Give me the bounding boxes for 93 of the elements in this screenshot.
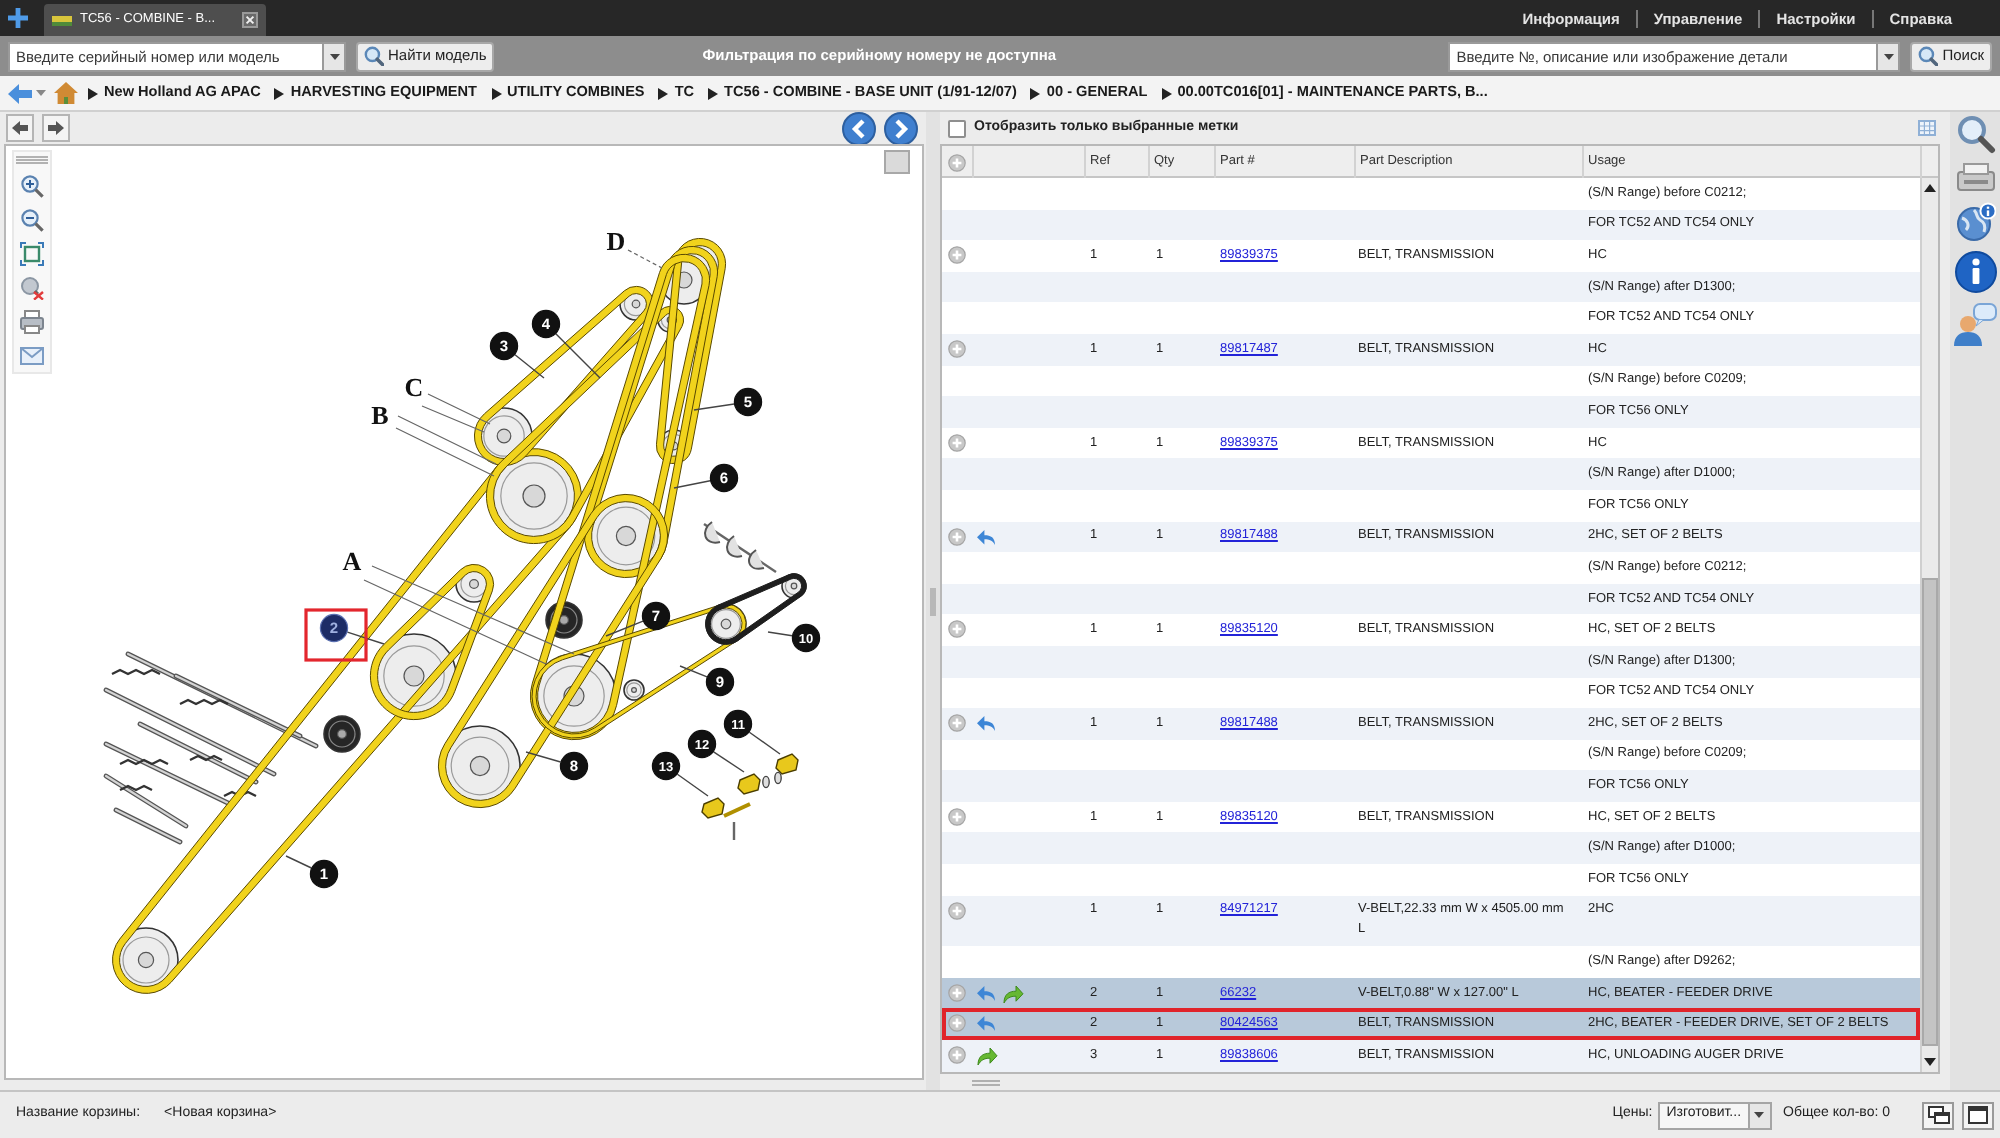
scrollbar[interactable] <box>1920 178 1938 1072</box>
arrow-left-icon[interactable] <box>8 83 32 103</box>
home-icon[interactable] <box>54 82 78 104</box>
leader-line <box>555 333 601 379</box>
leader-line <box>285 855 313 869</box>
triangle-icon <box>1030 87 1041 99</box>
curved-arrow-right-icon[interactable] <box>1002 983 1024 1004</box>
curved-arrow-left-icon[interactable] <box>976 1014 996 1033</box>
zoom-in-icon[interactable] <box>20 174 44 198</box>
triangle-icon <box>658 87 669 99</box>
add-icon[interactable] <box>948 620 966 639</box>
dropdown-button[interactable] <box>324 41 346 71</box>
clip <box>775 753 799 775</box>
callout-letter: A <box>342 546 362 576</box>
add-icon[interactable] <box>948 246 966 265</box>
leader-line <box>712 751 745 773</box>
arrow-right-icon[interactable] <box>884 111 918 145</box>
printer-icon[interactable] <box>1955 162 1995 194</box>
square-button[interactable] <box>884 150 910 174</box>
add-icon[interactable] <box>948 901 966 920</box>
windows-icon <box>1927 1106 1949 1124</box>
add-icon[interactable] <box>948 433 966 452</box>
add-icon[interactable] <box>948 1046 966 1065</box>
add-icon[interactable] <box>948 1014 966 1033</box>
grip-icon[interactable] <box>16 156 48 164</box>
curved-arrow-left-icon[interactable] <box>976 714 996 733</box>
splitter-handle[interactable] <box>972 1079 1000 1085</box>
dropdown-button[interactable] <box>1878 41 1901 71</box>
triangle-icon <box>88 87 98 99</box>
maximize-icon <box>1968 1106 1988 1124</box>
leader-line <box>525 751 562 763</box>
callout-letter: C <box>404 372 424 402</box>
triangle-icon <box>274 87 285 99</box>
leader-line <box>767 631 793 637</box>
stripes-icon <box>52 15 72 25</box>
table-icon[interactable] <box>1918 120 1936 136</box>
caret-icon[interactable] <box>36 90 46 96</box>
scroll-down-icon[interactable] <box>1924 1058 1936 1066</box>
add-icon[interactable] <box>948 983 966 1002</box>
arrow-right-icon <box>48 120 64 136</box>
leader-line <box>693 403 735 411</box>
triangle-icon <box>1161 87 1172 99</box>
globe-icon[interactable] <box>1955 202 1995 242</box>
plus-icon <box>8 8 28 28</box>
curved-arrow-right-icon[interactable] <box>976 1046 998 1067</box>
leader-line <box>748 731 781 755</box>
add-icon[interactable] <box>948 807 966 826</box>
add-icon[interactable] <box>948 339 966 358</box>
checkbox[interactable] <box>948 119 966 137</box>
maximize-button[interactable] <box>1962 1101 1994 1129</box>
auger-drawing <box>703 521 777 573</box>
leader-line <box>627 249 663 269</box>
leader-line <box>605 620 644 637</box>
restore-button[interactable] <box>1922 1101 1954 1129</box>
leader-line <box>514 354 545 379</box>
callout-letter: D <box>606 226 626 256</box>
curved-arrow-left-icon[interactable] <box>976 527 996 546</box>
search-icon[interactable] <box>1955 114 1995 154</box>
splitter-handle[interactable] <box>930 587 936 615</box>
pulley <box>623 679 645 701</box>
leader-line <box>673 480 711 489</box>
caret-icon <box>1883 53 1894 59</box>
add-icon[interactable] <box>948 153 966 171</box>
arrow-left-icon[interactable] <box>842 111 876 145</box>
clip <box>737 773 761 795</box>
triangle-icon <box>708 87 719 99</box>
caret-icon <box>329 53 339 59</box>
clip <box>701 797 725 819</box>
magnifier-cross-icon[interactable] <box>20 276 44 300</box>
mail-icon[interactable] <box>20 344 44 368</box>
previous-page-button[interactable] <box>6 114 34 142</box>
scrollbar-thumb[interactable] <box>1922 578 1938 1046</box>
bolt <box>723 802 751 818</box>
fit-to-screen-icon[interactable] <box>20 242 44 266</box>
curved-arrow-left-icon[interactable] <box>976 983 996 1002</box>
next-page-button[interactable] <box>42 114 70 142</box>
callout-letter: B <box>371 400 389 430</box>
search-icon <box>364 46 384 66</box>
add-icon[interactable] <box>948 714 966 733</box>
add-icon[interactable] <box>948 527 966 546</box>
print-icon[interactable] <box>20 310 44 334</box>
zoom-out-icon[interactable] <box>20 208 44 232</box>
caret-icon <box>1754 1112 1765 1118</box>
leader-line <box>679 665 708 678</box>
scroll-up-icon[interactable] <box>1924 184 1936 192</box>
leader-line <box>676 773 709 797</box>
info-icon[interactable] <box>1953 250 1997 294</box>
arrow-left-icon <box>12 120 28 136</box>
close-icon[interactable] <box>242 12 258 28</box>
triangle-icon <box>491 87 502 99</box>
search-icon <box>1918 46 1939 66</box>
pulley <box>323 715 361 753</box>
dropdown-button[interactable] <box>1749 1101 1772 1129</box>
